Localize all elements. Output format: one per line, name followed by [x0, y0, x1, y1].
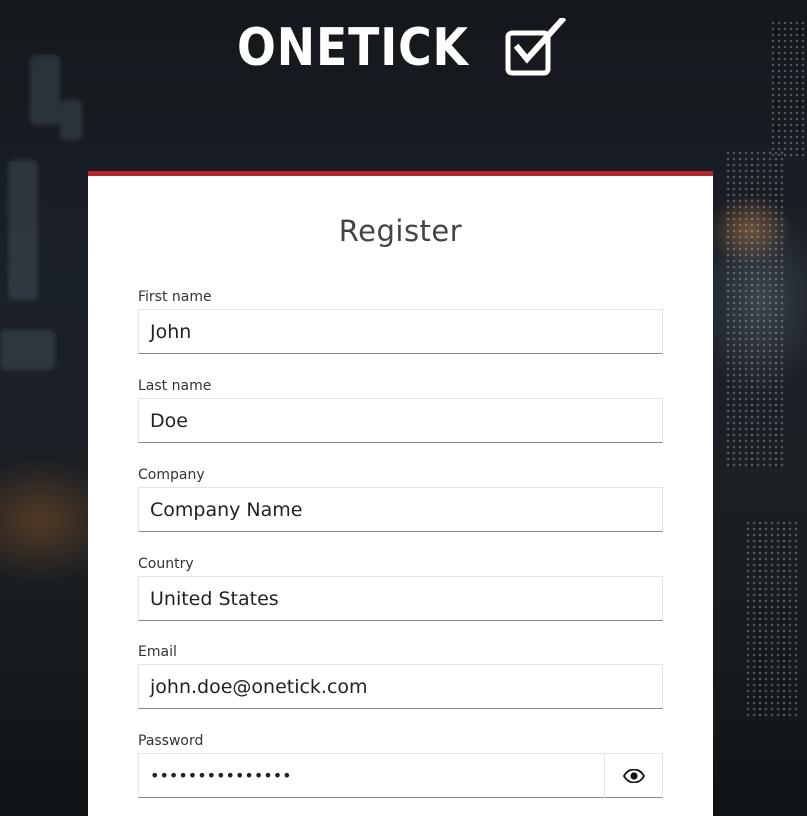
- eye-icon: [622, 768, 645, 783]
- checkbox-tick-icon: [505, 18, 567, 76]
- email-label: Email: [138, 644, 177, 660]
- company-value: Company Name: [150, 499, 303, 521]
- first-name-field[interactable]: John: [138, 309, 663, 354]
- email-value: john.doe@onetick.com: [150, 676, 368, 698]
- show-password-button[interactable]: [604, 753, 662, 798]
- page-title: Register: [338, 214, 463, 248]
- register-card: Register First name John Last name Doe C…: [88, 171, 713, 831]
- country-field[interactable]: United States: [138, 576, 663, 621]
- password-label: Password: [138, 733, 204, 749]
- country-label: Country: [138, 556, 194, 572]
- company-label: Company: [138, 467, 205, 483]
- company-field[interactable]: Company Name: [138, 487, 663, 532]
- password-field[interactable]: •••••••••••••••: [138, 753, 663, 798]
- first-name-value: John: [150, 321, 192, 343]
- last-name-value: Doe: [150, 410, 188, 432]
- password-value: •••••••••••••••: [150, 766, 292, 785]
- country-value: United States: [150, 588, 279, 610]
- last-name-label: Last name: [138, 378, 212, 394]
- onetick-logo[interactable]: ONETICK: [237, 18, 567, 78]
- email-field[interactable]: john.doe@onetick.com: [138, 664, 663, 709]
- last-name-field[interactable]: Doe: [138, 398, 663, 443]
- logo-wordmark: ONETICK: [237, 18, 469, 78]
- first-name-label: First name: [138, 289, 212, 305]
